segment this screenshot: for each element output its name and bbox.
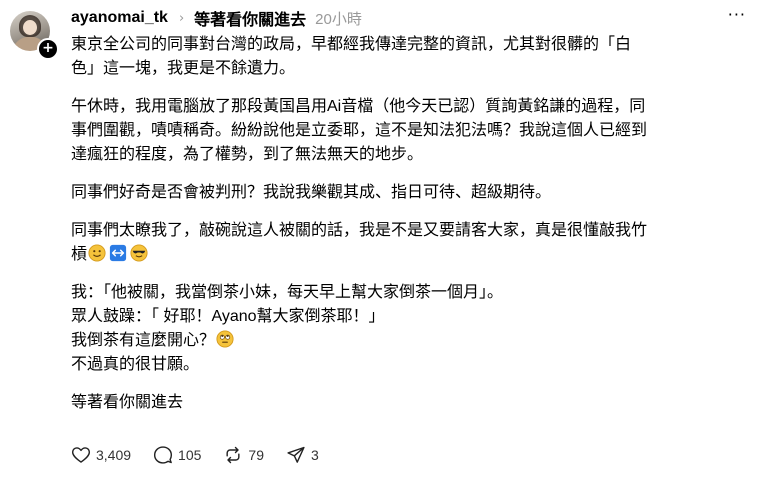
- post-timestamp[interactable]: 20小時: [315, 8, 362, 29]
- chevron-right-icon: ›: [178, 10, 185, 26]
- reply-count: 105: [178, 447, 202, 463]
- share-button[interactable]: 3: [286, 445, 319, 465]
- share-count: 3: [310, 447, 319, 463]
- repost-icon: [226, 446, 240, 464]
- left-right-arrow-icon: [109, 244, 127, 262]
- more-options-icon[interactable]: ···: [728, 7, 746, 23]
- paragraph: 同事們太瞭我了，敲碗說這人被關的話，我是不是又要請客大家，真是很懂敲我竹 槓: [71, 219, 756, 267]
- username-link[interactable]: ayanomai_tk: [71, 9, 168, 27]
- topic-link[interactable]: 等著看你關進去: [194, 6, 306, 30]
- text-fragment: 槓: [71, 246, 88, 263]
- paragraph: 等著看你關進去: [71, 391, 756, 415]
- text-line: 等著看你關進去: [71, 394, 184, 411]
- follow-plus-icon[interactable]: +: [37, 38, 59, 60]
- text-line: 同事們好奇是否會被判刑？我說我樂觀其成、指日可待、超級期待。: [71, 184, 552, 201]
- avatar[interactable]: +: [10, 11, 59, 60]
- text-line: 不過真的很甘願。: [71, 356, 200, 373]
- reply-button[interactable]: 105: [153, 445, 201, 465]
- like-count: 3,409: [96, 447, 132, 463]
- heart-icon: [71, 447, 91, 463]
- like-button[interactable]: 3,409: [71, 445, 131, 465]
- avatar-face: [23, 20, 37, 35]
- text-line: 同事們太瞭我了，敲碗說這人被關的話，我是不是又要請客大家，真是很懂敲我竹: [71, 222, 648, 239]
- text-line: 午休時，我用電腦放了那段黃国昌用Ai音檔（他今天已認）質詢黃銘謙的過程，同: [71, 98, 646, 115]
- post-body: 東京全公司的同事對台灣的政局，早都經我傳達完整的資訊，尤其對很髒的「白 色」這一…: [71, 33, 756, 429]
- text-line: 達瘋狂的程度，為了權勢，到了無法無天的地步。: [71, 146, 424, 163]
- paragraph: 我：「他被關，我當倒茶小妹，每天早上幫大家倒茶一個月」。 眾人鼓躁：「 好耶！A…: [71, 281, 756, 377]
- text-line-with-emoji: 我倒茶有這麼開心？: [71, 329, 756, 353]
- slightly-smiling-face-icon: [88, 244, 106, 262]
- text-line: 色」這一塊，我更是不餘遺力。: [71, 60, 296, 77]
- text-line: 東京全公司的同事對台灣的政局，早都經我傳達完整的資訊，尤其對很髒的「白: [71, 36, 632, 53]
- text-line: 事們圍觀，嘖嘖稱奇。紛紛說他是立委耶，這不是知法犯法嗎？我說這個人已經到: [71, 122, 648, 139]
- action-bar: 3,409 105 79 3: [71, 444, 341, 466]
- send-icon: [287, 446, 305, 463]
- paragraph: 午休時，我用電腦放了那段黃国昌用Ai音檔（他今天已認）質詢黃銘謙的過程，同 事們…: [71, 95, 756, 167]
- text-fragment: 我倒茶有這麼開心？: [71, 332, 216, 349]
- comment-icon: [154, 446, 173, 464]
- smiling-face-with-sunglasses-icon: [130, 244, 148, 262]
- face-with-rolling-eyes-icon: [216, 330, 234, 348]
- text-line: 我：「他被關，我當倒茶小妹，每天早上幫大家倒茶一個月」。: [71, 284, 504, 301]
- repost-button[interactable]: 79: [223, 445, 264, 465]
- paragraph: 東京全公司的同事對台灣的政局，早都經我傳達完整的資訊，尤其對很髒的「白 色」這一…: [71, 33, 756, 81]
- post-header: ayanomai_tk › 等著看你關進去 20小時: [71, 6, 755, 30]
- repost-count: 79: [248, 447, 264, 463]
- paragraph: 同事們好奇是否會被判刑？我說我樂觀其成、指日可待、超級期待。: [71, 181, 756, 205]
- text-line: 眾人鼓躁：「 好耶！Ayano幫大家倒茶耶！」: [71, 308, 385, 325]
- text-line-with-emoji: 槓: [71, 243, 756, 267]
